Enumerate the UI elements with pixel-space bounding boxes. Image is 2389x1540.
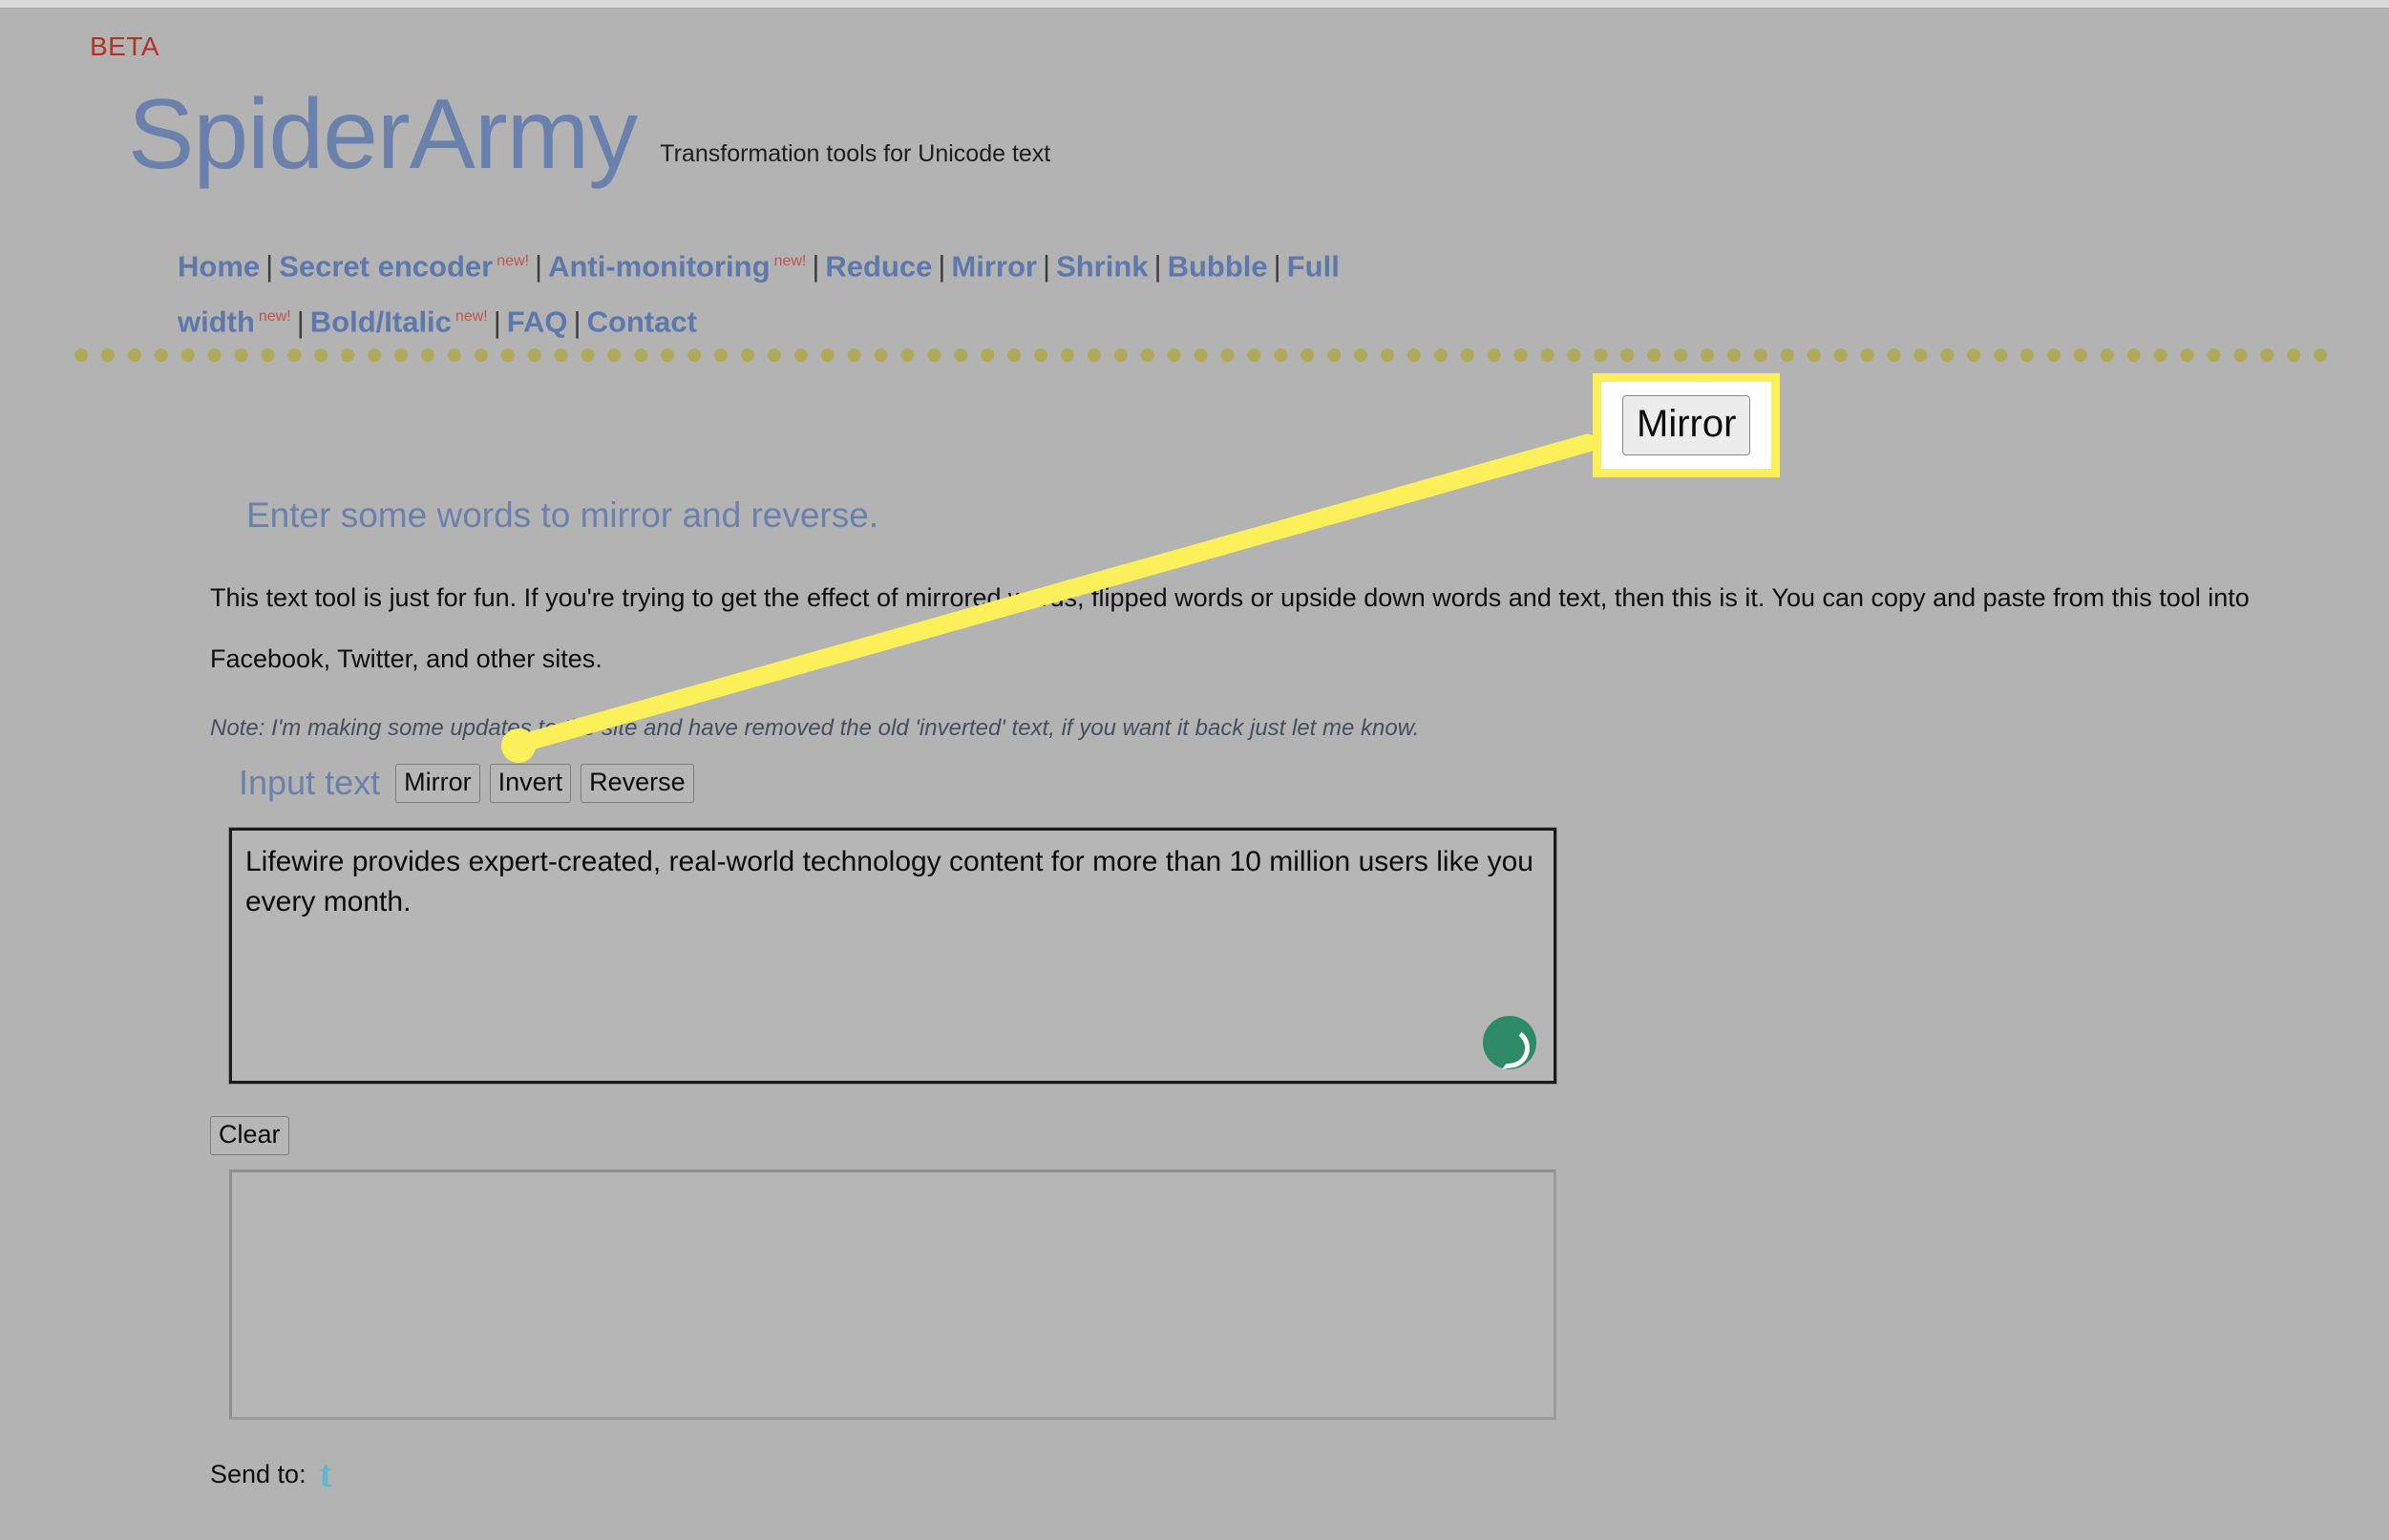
site-header: SpiderArmy Transformation tools for Unic… xyxy=(128,85,1050,184)
nav-separator: | xyxy=(535,249,543,284)
page-title: Enter some words to mirror and reverse. xyxy=(246,496,879,535)
intro-paragraph: This text tool is just for fun. If you'r… xyxy=(210,583,2250,673)
nav-link-secret-encoder[interactable]: Secret encoder xyxy=(279,249,493,283)
site-tagline: Transformation tools for Unicode text xyxy=(660,140,1051,167)
browser-top-strip xyxy=(0,0,2389,9)
input-textarea[interactable] xyxy=(228,827,1557,1085)
nav-link-home[interactable]: Home xyxy=(178,249,260,283)
nav-separator: | xyxy=(1273,249,1281,284)
nav-separator: | xyxy=(493,305,501,339)
callout-mirror-button[interactable]: Mirror xyxy=(1622,395,1751,455)
send-to-row: Send to: t xyxy=(210,1455,332,1493)
clear-button[interactable]: Clear xyxy=(210,1116,289,1155)
nav-separator: | xyxy=(573,305,581,339)
nav-new-badge: new! xyxy=(497,253,529,269)
nav-new-badge: new! xyxy=(455,308,488,326)
dotted-divider xyxy=(74,348,2328,362)
nav-separator: | xyxy=(265,249,274,284)
nav-separator: | xyxy=(1043,249,1051,284)
update-note: Note: I'm making some updates to the sit… xyxy=(210,715,1420,741)
twitter-icon[interactable]: t xyxy=(320,1455,332,1493)
clear-button-wrap: Clear xyxy=(210,1116,299,1155)
site-logo-text: SpiderArmy xyxy=(128,79,638,190)
reverse-button[interactable]: Reverse xyxy=(581,763,694,803)
output-textarea[interactable] xyxy=(229,1170,1556,1420)
input-text-label: Input text xyxy=(239,763,381,802)
nav-separator: | xyxy=(812,249,820,284)
nav-link-contact[interactable]: Contact xyxy=(587,306,697,339)
mirror-callout: Mirror xyxy=(1593,373,1781,477)
nav-link-reduce[interactable]: Reduce xyxy=(825,249,932,283)
grammarly-icon[interactable] xyxy=(1483,1016,1536,1069)
mirror-button[interactable]: Mirror xyxy=(395,763,480,803)
nav-link-faq[interactable]: FAQ xyxy=(507,306,568,339)
input-toolbar: Input text Mirror Invert Reverse xyxy=(239,763,704,803)
nav-link-bold-italic[interactable]: Bold/Italic xyxy=(310,306,452,339)
nav-link-mirror[interactable]: Mirror xyxy=(951,249,1037,283)
nav-link-shrink[interactable]: Shrink xyxy=(1056,249,1148,283)
nav-separator: | xyxy=(938,249,946,284)
beta-badge: BETA xyxy=(90,32,160,61)
main-navigation[interactable]: Home | Secret encoder new! | Anti-monitoring n… xyxy=(178,236,1610,348)
nav-new-badge: new! xyxy=(258,308,291,326)
nav-link-bubble[interactable]: Bubble xyxy=(1168,249,1268,283)
page-body: BETA SpiderArmy Transformation tools for… xyxy=(0,9,2389,1540)
send-to-label: Send to: xyxy=(210,1459,307,1488)
nav-separator: | xyxy=(1153,249,1162,284)
nav-separator: | xyxy=(296,305,305,339)
nav-link-anti-monitoring[interactable]: Anti-monitoring xyxy=(548,249,770,283)
invert-button[interactable]: Invert xyxy=(489,763,572,803)
nav-new-badge: new! xyxy=(773,253,807,269)
